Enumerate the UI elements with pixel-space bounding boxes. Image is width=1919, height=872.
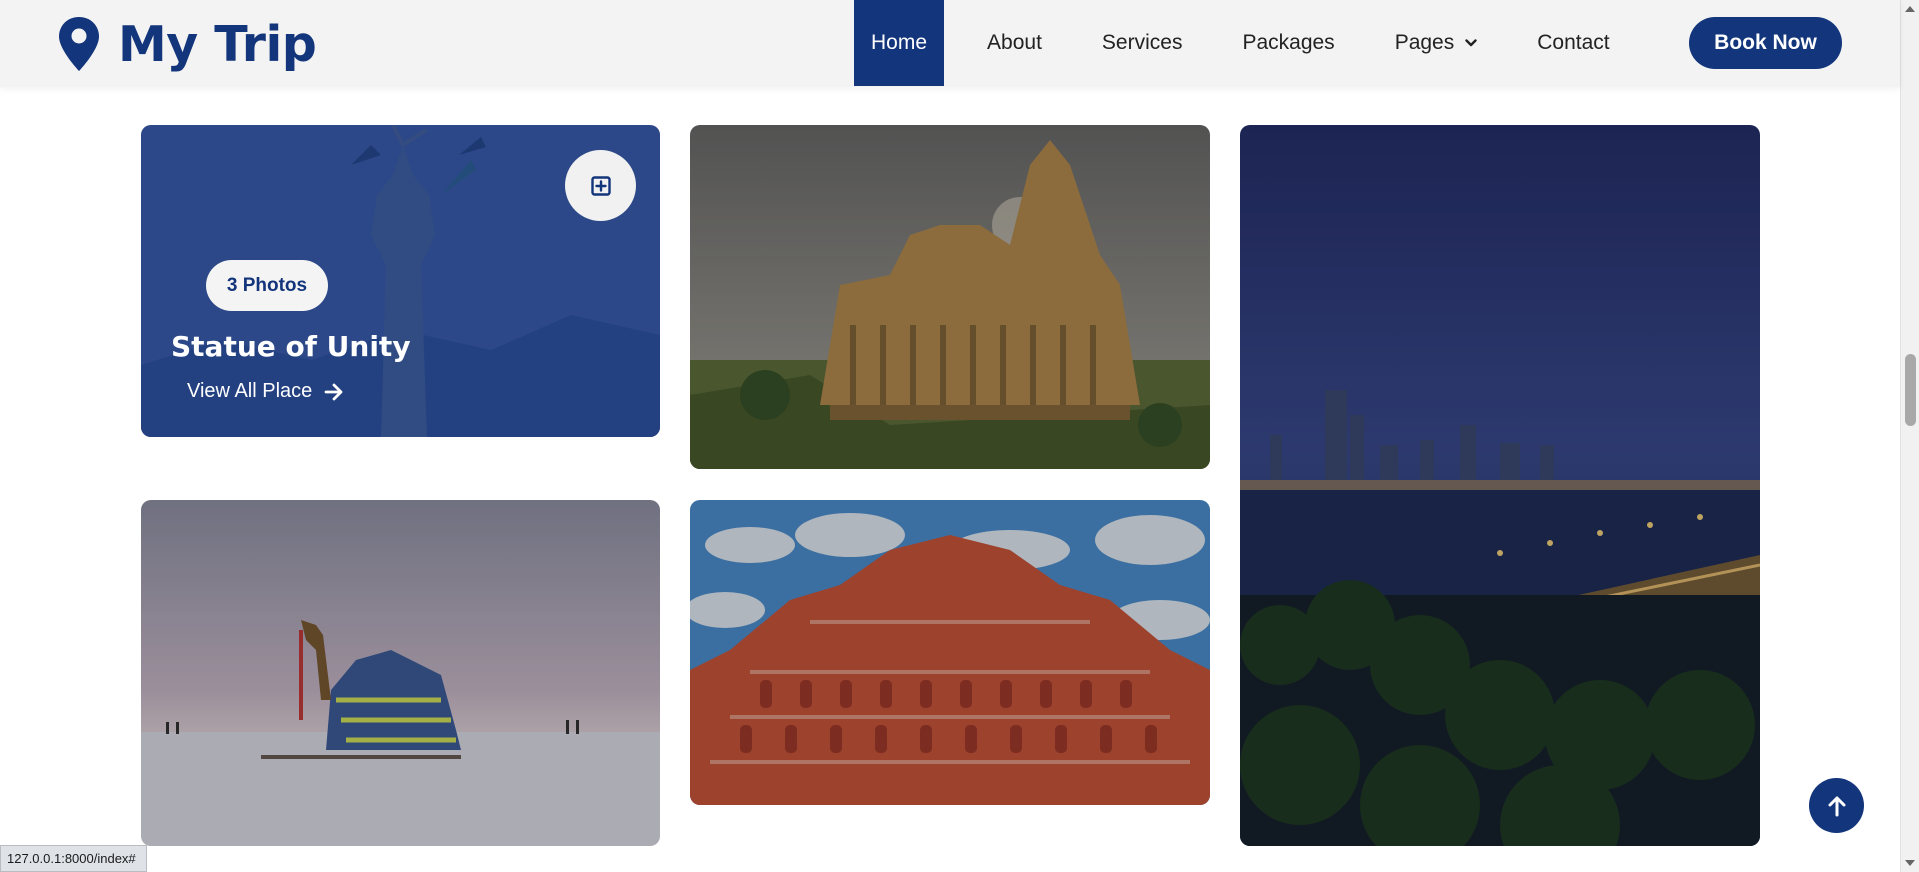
nav-home-label: Home — [871, 31, 928, 54]
plus-square-icon — [590, 175, 611, 196]
scroll-down-arrow-icon[interactable] — [1905, 860, 1915, 866]
nav-contact[interactable]: Contact — [1520, 0, 1626, 86]
gallery-item-temple[interactable] — [690, 125, 1210, 469]
back-to-top-button[interactable] — [1809, 778, 1864, 833]
brand-name: My Trip — [118, 15, 317, 73]
nav-packages-label: Packages — [1242, 31, 1335, 54]
browser-status-url: 127.0.0.1:8000/index# — [0, 845, 147, 872]
nav-services[interactable]: Services — [1085, 0, 1200, 86]
nav-about-label: About — [987, 31, 1042, 54]
arrow-up-icon — [1828, 796, 1845, 816]
navbar: My Trip Home About Services Packages Pag… — [0, 0, 1900, 87]
photos-count-badge: 3 Photos — [206, 260, 328, 311]
nav-about[interactable]: About — [970, 0, 1059, 86]
nav-contact-label: Contact — [1537, 31, 1610, 54]
map-pin-icon — [59, 17, 99, 71]
page-scrollbar[interactable] — [1900, 0, 1919, 872]
main-nav: Home About Services Packages Pages Conta… — [854, 0, 1653, 86]
nav-services-label: Services — [1101, 31, 1183, 54]
nav-packages[interactable]: Packages — [1225, 0, 1351, 86]
image-dim-overlay — [690, 125, 1210, 469]
scroll-up-arrow-icon[interactable] — [1905, 6, 1915, 12]
view-all-place-label: View All Place — [187, 380, 313, 402]
chevron-down-icon — [1465, 39, 1477, 47]
book-now-button[interactable]: Book Now — [1689, 17, 1842, 69]
expand-gallery-button[interactable] — [565, 150, 636, 221]
nav-pages-label: Pages — [1394, 31, 1455, 54]
image-dim-overlay — [690, 500, 1210, 805]
scrollbar-thumb[interactable] — [1905, 354, 1916, 426]
view-all-place-link[interactable]: View All Place — [187, 380, 344, 403]
nav-pages-dropdown[interactable]: Pages — [1378, 0, 1495, 86]
image-dim-overlay — [141, 500, 660, 846]
image-dim-overlay — [1240, 125, 1760, 846]
arrow-right-icon — [324, 383, 343, 400]
place-title: Statue of Unity — [171, 330, 411, 363]
gallery-item-desert-camel[interactable] — [141, 500, 660, 846]
gallery-item-statue-of-unity[interactable]: 3 Photos Statue of Unity View All Place — [141, 125, 660, 437]
brand-logo[interactable]: My Trip — [58, 14, 317, 74]
nav-home[interactable]: Home — [854, 0, 945, 86]
gallery-item-city-night[interactable] — [1240, 125, 1760, 846]
gallery-item-palace[interactable] — [690, 500, 1210, 805]
